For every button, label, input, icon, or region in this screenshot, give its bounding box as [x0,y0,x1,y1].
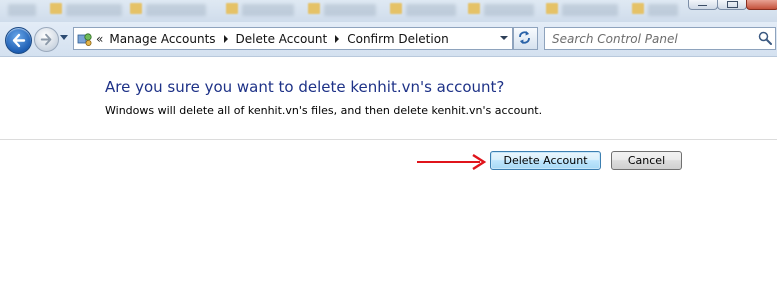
breadcrumb-label[interactable]: Manage Accounts [109,32,215,46]
navigation-bar: « Manage Accounts Delete Account Confirm… [0,22,777,57]
blurred-tab [406,4,456,16]
breadcrumb-separator-icon[interactable] [335,34,340,43]
cancel-button[interactable]: Cancel [611,151,682,170]
blurred-tab [242,4,294,16]
window-title-strip [0,0,777,22]
folder-icon [632,3,644,14]
blurred-tab [8,4,36,16]
folder-icon [546,3,558,14]
minimize-icon [698,5,707,6]
breadcrumb-label[interactable]: Delete Account [236,32,328,46]
breadcrumb-item[interactable]: Confirm Deletion [347,28,448,49]
red-arrow-annotation-icon [417,153,487,170]
confirmation-question: Are you sure you want to delete kenhit.v… [105,78,505,96]
back-arrow-icon [12,33,26,48]
search-box[interactable] [544,27,776,50]
folder-icon [226,3,238,14]
forward-arrow-icon [40,33,52,46]
folder-icon [130,3,142,14]
maximize-icon [727,1,738,8]
blurred-tab [324,4,376,16]
refresh-button[interactable] [513,27,538,50]
breadcrumb-item[interactable]: Delete Account [236,28,348,49]
control-panel-icon [77,31,93,47]
address-bar[interactable]: « Manage Accounts Delete Account Confirm… [73,27,513,50]
folder-icon [50,3,62,14]
maximize-button[interactable] [717,0,747,10]
folder-icon [390,3,402,14]
breadcrumb-separator-icon[interactable] [223,34,228,43]
address-overflow-chevron[interactable]: « [96,33,103,45]
blurred-tab [66,4,122,16]
recent-pages-dropdown[interactable] [60,35,68,40]
address-history-dropdown-icon[interactable] [500,36,508,40]
folder-icon [468,3,480,14]
content-divider [0,139,777,140]
blurred-tab [562,4,618,16]
blurred-tab [648,4,678,16]
minimize-button[interactable] [688,0,718,10]
search-icon[interactable] [758,31,772,45]
delete-account-button[interactable]: Delete Account [490,151,601,170]
forward-button[interactable] [34,27,59,52]
breadcrumb-label[interactable]: Confirm Deletion [347,32,448,46]
search-input[interactable] [545,28,762,49]
breadcrumb-item[interactable]: Manage Accounts [109,28,235,49]
blurred-tab [484,4,534,16]
deletion-explanation: Windows will delete all of kenhit.vn's f… [105,104,543,117]
close-button[interactable] [746,0,777,10]
back-button[interactable] [5,27,32,54]
folder-icon [308,3,320,14]
blurred-tab [146,4,206,16]
refresh-icon [519,31,530,44]
